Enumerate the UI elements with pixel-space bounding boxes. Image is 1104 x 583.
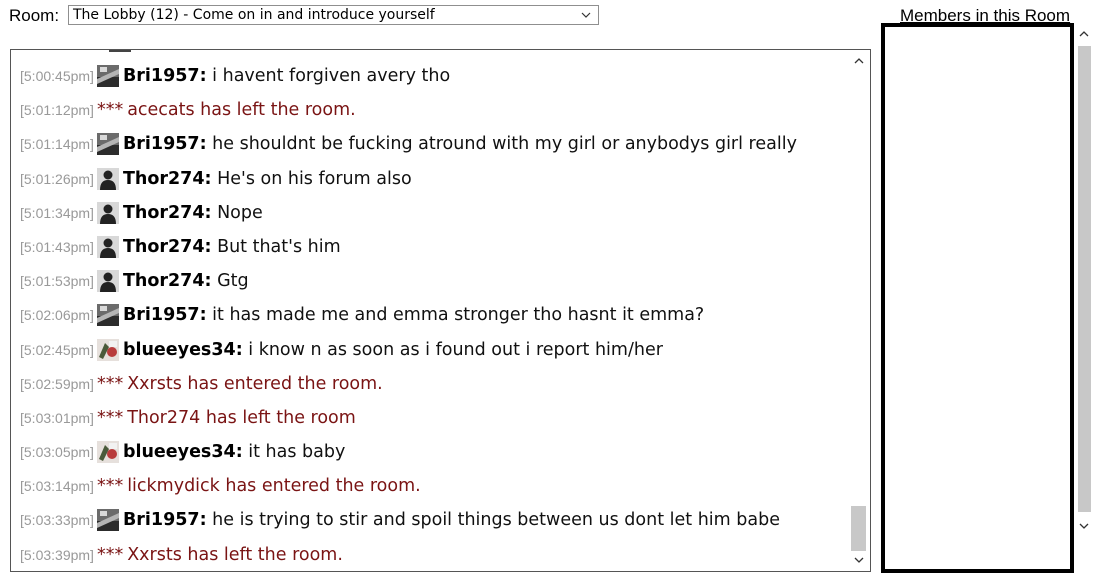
system-text: *** Thor274 has left the room bbox=[94, 408, 356, 428]
chat-message: [5:01:26pm] Thor274: He's on his forum al… bbox=[11, 162, 848, 196]
chevron-down-icon bbox=[581, 12, 591, 18]
system-message-text: acecats has left the room. bbox=[127, 100, 356, 121]
avatar-bri[interactable] bbox=[96, 509, 119, 532]
chat-message: [5:00:45pm] Bri1957: i havent forgiven av… bbox=[11, 59, 848, 93]
message-timestamp: [5:01:14pm] bbox=[20, 136, 94, 153]
system-message-text: lickmydick has entered the room. bbox=[127, 476, 421, 497]
system-message-text: Xxrsts has entered the room. bbox=[127, 373, 383, 394]
message-username[interactable]: Thor274: bbox=[123, 271, 212, 291]
message-timestamp: [5:02:59pm] bbox=[20, 375, 94, 392]
system-text: *** acecats has left the room. bbox=[94, 100, 356, 120]
message-username[interactable]: Bri1957: bbox=[123, 134, 207, 154]
message-username[interactable]: Thor274: bbox=[123, 237, 212, 257]
system-message: [5:03:14pm] *** lickmydick has entered the… bbox=[11, 469, 848, 503]
message-timestamp: [5:01:12pm] bbox=[20, 102, 94, 119]
scroll-down-icon[interactable] bbox=[853, 554, 865, 566]
system-text: *** lickmydick has entered the room. bbox=[94, 476, 421, 496]
system-message: [5:01:12pm] *** acecats has left the room. bbox=[11, 93, 848, 127]
clipped-avatar bbox=[109, 50, 131, 52]
chat-message: [5:01:43pm] Thor274: But that's him bbox=[11, 230, 848, 264]
message-timestamp: [5:01:34pm] bbox=[20, 204, 94, 221]
message-username[interactable]: Thor274: bbox=[123, 169, 212, 189]
message-timestamp: [5:01:53pm] bbox=[20, 273, 94, 290]
room-label: Room: bbox=[9, 6, 60, 25]
message-text: he is trying to stir and spoil things be… bbox=[206, 510, 780, 531]
system-stars: *** bbox=[96, 373, 124, 394]
system-stars: *** bbox=[96, 407, 124, 428]
message-text: it has made me and emma stronger tho has… bbox=[206, 305, 705, 326]
members-scrollbar[interactable] bbox=[1076, 24, 1093, 536]
avatar-blue[interactable] bbox=[96, 441, 119, 464]
chat-message: [5:01:53pm] Thor274: Gtg bbox=[11, 264, 848, 298]
scroll-up-icon[interactable] bbox=[853, 55, 865, 67]
chat-message: [5:02:45pm] blueeyes34: i know n as soon … bbox=[11, 333, 848, 367]
avatar-bri[interactable] bbox=[96, 133, 119, 156]
avatar-thor[interactable] bbox=[96, 167, 119, 190]
chat-message: [5:01:34pm] Thor274: Nope bbox=[11, 196, 848, 230]
avatar-thor[interactable] bbox=[96, 235, 119, 258]
room-select[interactable]: The Lobby (12) - Come on in and introduc… bbox=[68, 5, 599, 25]
chat-message: [5:03:05pm] blueeyes34: it has baby bbox=[11, 435, 848, 469]
message-text: i havent forgiven avery tho bbox=[206, 66, 451, 86]
system-message: [5:03:39pm] *** Xxrsts has left the room. bbox=[11, 538, 848, 571]
message-timestamp: [5:02:45pm] bbox=[20, 341, 94, 358]
message-timestamp: [5:03:33pm] bbox=[20, 512, 94, 529]
system-stars: *** bbox=[96, 476, 124, 497]
avatar-thor[interactable] bbox=[96, 270, 119, 293]
scroll-down-icon[interactable] bbox=[1078, 520, 1090, 532]
members-scroll-thumb[interactable] bbox=[1078, 46, 1091, 512]
system-message-text: Thor274 has left the room bbox=[127, 407, 356, 428]
message-text: He's on his forum also bbox=[211, 168, 412, 189]
chat-log[interactable]: [5:00:45pm] Bri1957: i havent forgiven av… bbox=[10, 49, 871, 572]
message-text: But that's him bbox=[211, 236, 341, 257]
scroll-up-icon[interactable] bbox=[1078, 28, 1090, 40]
system-text: *** Xxrsts has left the room. bbox=[94, 545, 343, 565]
avatar-bri[interactable] bbox=[96, 304, 119, 327]
message-timestamp: [5:03:05pm] bbox=[20, 444, 94, 461]
message-username[interactable]: Thor274: bbox=[123, 203, 212, 223]
message-username[interactable]: Bri1957: bbox=[123, 66, 207, 86]
system-stars: *** bbox=[96, 544, 124, 565]
chat-scroll-thumb[interactable] bbox=[851, 506, 866, 551]
message-timestamp: [5:03:01pm] bbox=[20, 409, 94, 426]
message-text: it has baby bbox=[242, 442, 346, 463]
system-message: [5:03:01pm] *** Thor274 has left the room bbox=[11, 401, 848, 435]
chat-scrollbar[interactable] bbox=[848, 50, 870, 571]
avatar-bri[interactable] bbox=[96, 65, 119, 87]
message-list: [5:00:45pm] Bri1957: i havent forgiven av… bbox=[11, 59, 848, 571]
message-timestamp: [5:03:39pm] bbox=[20, 546, 94, 563]
message-text: he shouldnt be fucking atround with my g… bbox=[206, 134, 797, 155]
chat-message: [5:02:06pm] Bri1957: it has made me and e… bbox=[11, 298, 848, 332]
message-username[interactable]: Bri1957: bbox=[123, 510, 207, 530]
system-stars: *** bbox=[96, 100, 124, 121]
message-text: i know n as soon as i found out i report… bbox=[242, 339, 663, 360]
message-username[interactable]: blueeyes34: bbox=[123, 442, 243, 462]
members-list[interactable] bbox=[881, 23, 1074, 573]
message-timestamp: [5:01:26pm] bbox=[20, 170, 94, 187]
avatar-thor[interactable] bbox=[96, 201, 119, 224]
message-timestamp: [5:03:14pm] bbox=[20, 478, 94, 495]
message-username[interactable]: Bri1957: bbox=[123, 305, 207, 325]
chat-message: [5:03:33pm] Bri1957: he is trying to stir… bbox=[11, 503, 848, 537]
message-text: Nope bbox=[211, 202, 263, 223]
system-message: [5:02:59pm] *** Xxrsts has entered the roo… bbox=[11, 367, 848, 401]
message-username[interactable]: blueeyes34: bbox=[123, 340, 243, 360]
message-timestamp: [5:00:45pm] bbox=[20, 68, 94, 84]
room-select-value: The Lobby (12) - Come on in and introduc… bbox=[73, 7, 435, 23]
message-timestamp: [5:02:06pm] bbox=[20, 307, 94, 324]
avatar-blue[interactable] bbox=[96, 338, 119, 361]
chat-message: [5:01:14pm] Bri1957: he shouldnt be fucki… bbox=[11, 127, 848, 161]
message-timestamp: [5:01:43pm] bbox=[20, 238, 94, 255]
message-text: Gtg bbox=[211, 271, 249, 292]
system-text: *** Xxrsts has entered the room. bbox=[94, 374, 383, 394]
system-message-text: Xxrsts has left the room. bbox=[127, 544, 343, 565]
